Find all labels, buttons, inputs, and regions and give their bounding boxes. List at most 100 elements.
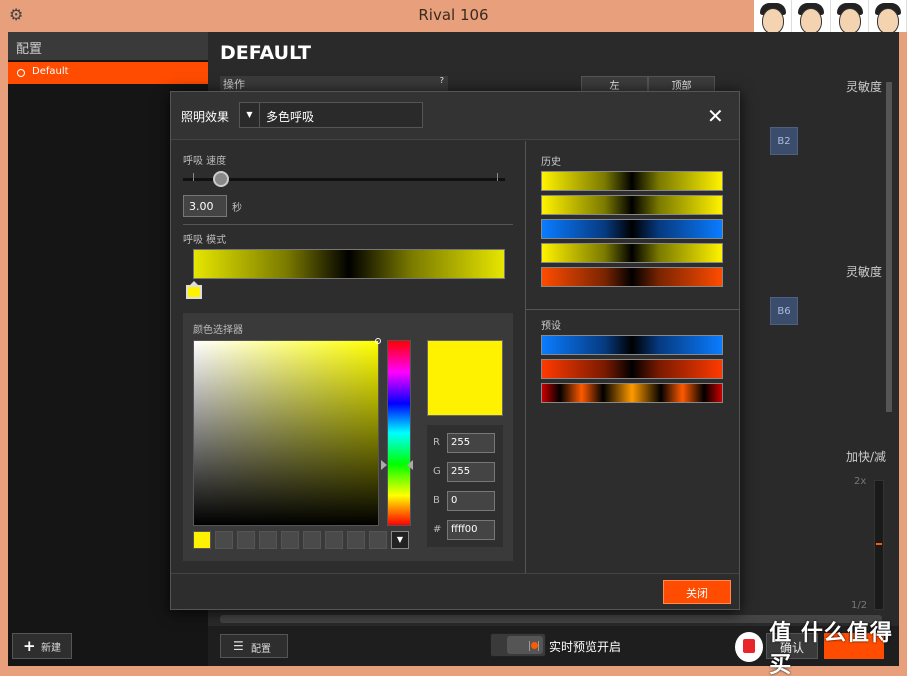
saturation-value-area[interactable] [193,338,381,526]
view-tabs: 左 顶部 [581,76,715,92]
hue-slider[interactable] [387,340,411,526]
acceleration-label: 加快/减 [846,450,887,464]
speed-slider[interactable] [183,178,505,181]
recent-color-swatch[interactable] [347,531,365,549]
history-swatch[interactable] [541,171,723,191]
speed-slider-handle[interactable] [213,171,229,187]
recent-color-swatch[interactable] [215,531,233,549]
plus-icon: + [23,637,36,655]
red-row: R 255 [433,433,495,453]
recent-colors-dropdown-icon[interactable]: ▼ [391,531,409,549]
blue-input[interactable]: 0 [447,491,495,511]
history-label: 历史 [541,157,561,168]
window-frame-right [899,32,907,676]
acceleration-meter[interactable] [874,480,884,610]
slider-tick [193,173,194,181]
sidebar-item-label: Default [32,66,69,77]
green-input[interactable]: 255 [447,462,495,482]
pattern-label: 呼吸 模式 [183,235,227,246]
button-badge-b2[interactable]: B2 [770,127,798,155]
tab-left[interactable]: 左 [581,76,648,92]
presets-label: 预设 [541,321,561,332]
live-preview-label: 实时预览开启 [549,640,622,654]
divider [183,224,513,225]
preset-swatch[interactable] [541,383,723,403]
hex-label: # [433,524,442,535]
effect-dropdown[interactable]: ▼ 多色呼吸 [239,102,423,128]
color-picker: 颜色选择器 R 255 G 255 B 0 # ffff00 ▼ [183,313,513,561]
history-swatch[interactable] [541,243,723,263]
scrollbar[interactable] [886,82,892,412]
new-config-button[interactable]: + 新建 [12,633,72,659]
dropdown-arrow-icon: ▼ [240,103,260,127]
recent-color-swatch[interactable] [281,531,299,549]
speed-label: 呼吸 速度 [183,156,227,167]
help-icon[interactable]: ? [440,76,444,85]
button-badge-b6[interactable]: B6 [770,297,798,325]
recent-color-swatch[interactable] [369,531,387,549]
green-label: G [433,466,441,477]
color-picker-label: 颜色选择器 [193,325,243,336]
tab-top[interactable]: 顶部 [648,76,715,92]
sensitivity-label: 灵敏度 [846,80,883,94]
meter-min-label: 1/2 [851,600,868,611]
speed-input[interactable]: 3.00 [183,195,227,217]
hue-marker-icon[interactable] [381,460,387,470]
recent-colors [193,531,387,549]
preset-swatch[interactable] [541,335,723,355]
recent-color-swatch[interactable] [259,531,277,549]
red-label: R [433,437,440,448]
pattern-gradient-bar[interactable] [193,249,505,279]
green-row: G 255 [433,462,495,482]
sensitivity-label: 灵敏度 [846,265,883,279]
red-input[interactable]: 255 [447,433,495,453]
recent-color-swatch[interactable] [325,531,343,549]
blue-row: B 0 [433,491,495,511]
hue-marker-icon[interactable] [407,460,413,470]
page-title: DEFAULT [220,42,312,64]
meter-max-label: 2x [854,476,867,487]
history-swatch[interactable] [541,195,723,215]
operation-label-text: 操作 [223,78,245,91]
effect-label: 照明效果 [181,110,230,124]
recent-color-swatch[interactable] [193,531,211,549]
breathing-settings: 呼吸 速度 3.00 秒 呼吸 模式 颜色选择器 R 255 G 255 B 0… [171,141,525,573]
new-config-label: 新建 [41,643,61,654]
status-led-icon [531,642,538,649]
history-swatch[interactable] [541,219,723,239]
watermark-text: 值 什么值得买 [769,621,893,676]
config-button[interactable]: ☰ 配置 [220,634,288,658]
blue-label: B [433,495,440,506]
speed-unit: 秒 [232,203,242,214]
history-presets-panel: 历史 预设 [525,141,740,573]
rgb-inputs: R 255 G 255 B 0 # ffff00 [427,425,503,547]
current-color-swatch [427,340,503,416]
title-bar: ⚙ Rival 106 [0,0,907,42]
sidebar-item-default[interactable]: Default [8,62,208,84]
smzdm-logo-icon [735,632,764,662]
lighting-effect-dialog: 照明效果 ▼ 多色呼吸 ✕ 呼吸 速度 3.00 秒 呼吸 模式 颜色选择器 R… [170,91,740,610]
slider-tick [497,173,498,181]
radio-icon [17,69,25,77]
watermark: 值 什么值得买 [735,621,907,676]
close-icon[interactable]: ✕ [707,104,724,128]
list-icon: ☰ [233,639,244,653]
operation-label: 操作 ? [220,76,448,91]
sidebar-header: 配置 [8,32,208,60]
hex-input[interactable]: ffff00 [447,520,495,540]
live-preview-toggle[interactable] [490,633,546,657]
history-swatch[interactable] [541,267,723,287]
effect-dropdown-value: 多色呼吸 [266,110,315,124]
settings-panel: 灵敏度 灵敏度 加快/减 2x 1/2 [842,74,892,634]
dialog-footer: 关闭 [171,573,739,609]
recent-color-swatch[interactable] [237,531,255,549]
preset-swatch[interactable] [541,359,723,379]
recent-color-swatch[interactable] [303,531,321,549]
window-frame-left [0,32,8,676]
gradient-stop-handle[interactable] [186,281,202,299]
config-button-label: 配置 [251,644,271,655]
close-button[interactable]: 关闭 [663,580,731,604]
color-cursor[interactable] [375,338,381,344]
dialog-header: 照明效果 ▼ 多色呼吸 ✕ [171,92,739,140]
hex-row: # ffff00 [433,520,495,540]
